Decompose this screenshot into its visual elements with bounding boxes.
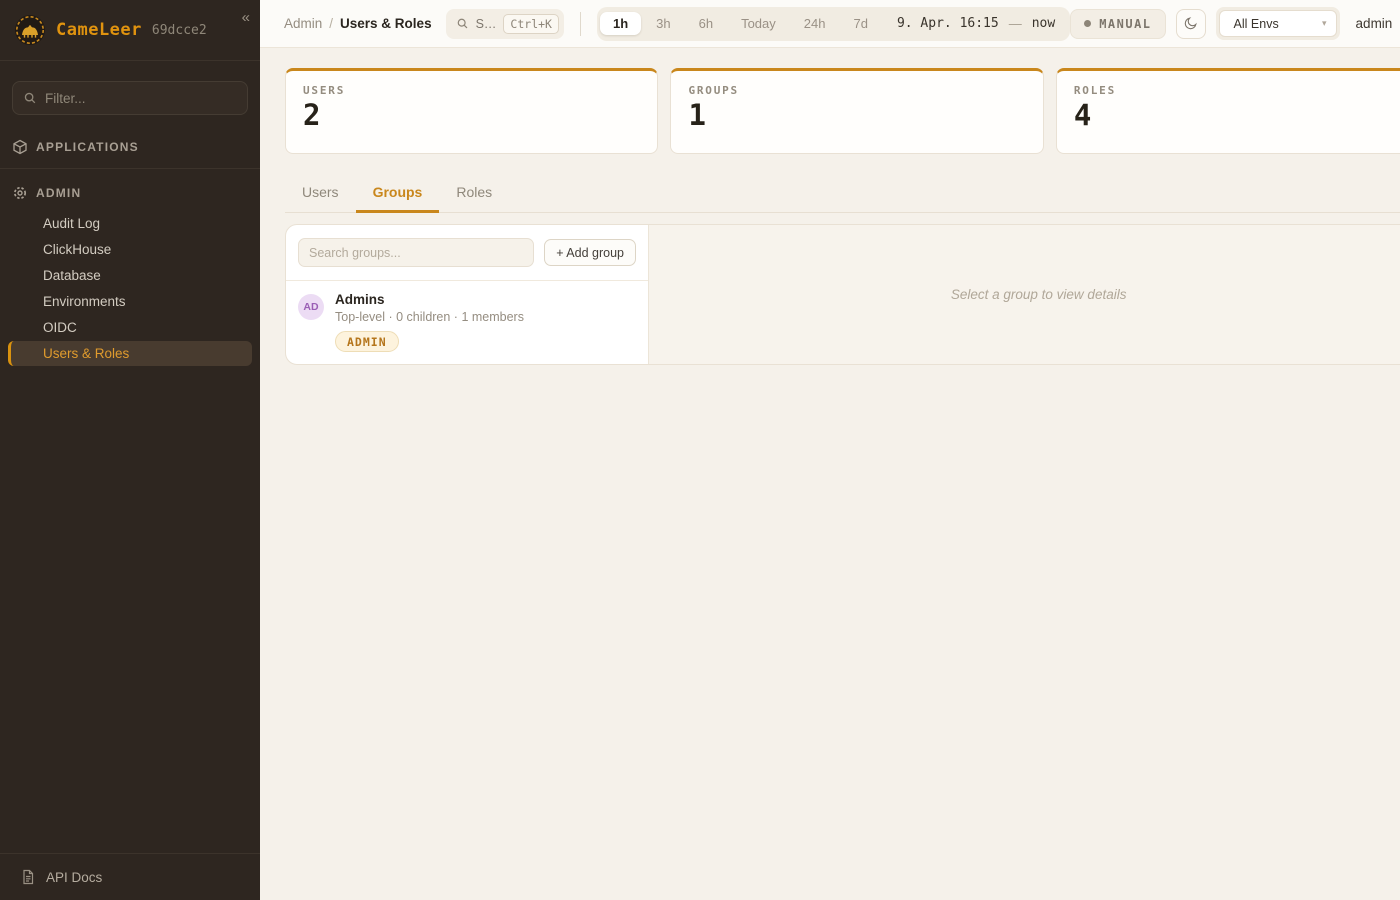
group-row-admins[interactable]: AD Admins Top-level · 0 children · 1 mem… (286, 281, 648, 363)
sidebar-header: CameLeer 69dcce2 « (0, 0, 260, 61)
stat-label: USERS (303, 84, 640, 97)
sidebar-section-admin[interactable]: ADMIN (0, 175, 260, 210)
topbar-right: MANUAL All Envs ▾ admin AD (1070, 7, 1400, 40)
stat-label: GROUPS (688, 84, 1025, 97)
brand-name: CameLeer (56, 20, 142, 40)
breadcrumb: Admin / Users & Roles (284, 16, 432, 31)
env-select-wrap: All Envs ▾ (1216, 7, 1340, 40)
global-search-button[interactable]: S… Ctrl+K (446, 9, 564, 39)
sidebar-item-audit-log[interactable]: Audit Log (8, 211, 252, 236)
group-info: Admins Top-level · 0 children · 1 member… (335, 292, 524, 352)
search-icon (456, 17, 469, 30)
groups-list-column: + Add group AD Admins Top-level · 0 chil… (286, 225, 649, 364)
sidebar-item-users-roles[interactable]: Users & Roles (8, 341, 252, 366)
group-meta: Top-level · 0 children · 1 members (335, 310, 524, 324)
sidebar: CameLeer 69dcce2 « APPLICATIONS ADMIN Au… (0, 0, 260, 900)
search-shortcut-badge: Ctrl+K (503, 14, 559, 34)
timerange-3h[interactable]: 3h (643, 12, 683, 35)
api-docs-label: API Docs (46, 870, 102, 885)
sidebar-item-clickhouse[interactable]: ClickHouse (8, 237, 252, 262)
stat-label: ROLES (1074, 84, 1400, 97)
username-label: admin (1356, 16, 1393, 31)
empty-detail-message: Select a group to view details (951, 287, 1127, 302)
moon-icon (1183, 16, 1198, 31)
tab-groups[interactable]: Groups (356, 175, 440, 213)
section-label: APPLICATIONS (36, 140, 139, 154)
topbar: Admin / Users & Roles S… Ctrl+K 1h 3h 6h… (260, 0, 1400, 48)
status-dot-icon (1084, 20, 1091, 27)
global-search-text: S… (476, 17, 497, 31)
sidebar-filter-input[interactable] (45, 91, 237, 106)
brand-version: 69dcce2 (152, 23, 207, 38)
stat-value: 2 (303, 100, 640, 132)
timerange-7d[interactable]: 7d (840, 12, 880, 35)
add-group-button[interactable]: + Add group (544, 239, 636, 266)
groups-panel: + Add group AD Admins Top-level · 0 chil… (285, 224, 1400, 365)
gear-icon (12, 185, 28, 201)
sidebar-collapse-icon[interactable]: « (242, 10, 250, 25)
env-select[interactable]: All Envs ▾ (1219, 10, 1337, 37)
tab-roles[interactable]: Roles (439, 175, 509, 213)
stat-card-roles: ROLES 4 (1056, 68, 1400, 154)
document-icon (20, 869, 36, 885)
theme-toggle-button[interactable] (1176, 9, 1206, 39)
group-name: Admins (335, 292, 524, 307)
mode-label: MANUAL (1099, 17, 1151, 31)
timerange-today[interactable]: Today (728, 12, 789, 35)
sidebar-divider (0, 168, 260, 169)
stat-value: 4 (1074, 100, 1400, 132)
stat-card-users: USERS 2 (285, 68, 658, 154)
timerange-separator: — (1009, 16, 1022, 31)
timerange-to[interactable]: now (1024, 16, 1067, 31)
tabs: Users Groups Roles (285, 175, 1400, 213)
stat-card-groups: GROUPS 1 (670, 68, 1043, 154)
sidebar-item-oidc[interactable]: OIDC (8, 315, 252, 340)
cameleer-logo-icon (14, 14, 46, 46)
search-icon (23, 91, 37, 105)
timerange-picker: 1h 3h 6h Today 24h 7d 9. Apr. 16:15 — no… (597, 7, 1070, 41)
sidebar-item-database[interactable]: Database (8, 263, 252, 288)
content: USERS 2 GROUPS 1 ROLES 4 Users Groups Ro… (260, 48, 1400, 385)
cube-icon (12, 139, 28, 155)
tab-users[interactable]: Users (285, 175, 356, 213)
main-area: Admin / Users & Roles S… Ctrl+K 1h 3h 6h… (260, 0, 1400, 900)
sidebar-section-applications[interactable]: APPLICATIONS (0, 129, 260, 164)
manual-mode-badge[interactable]: MANUAL (1070, 9, 1165, 39)
groups-search[interactable] (298, 238, 534, 267)
stat-value: 1 (688, 100, 1025, 132)
breadcrumb-current: Users & Roles (340, 16, 432, 31)
group-avatar: AD (298, 294, 324, 320)
sidebar-admin-nav: Audit Log ClickHouse Database Environmen… (0, 210, 260, 367)
sidebar-item-environments[interactable]: Environments (8, 289, 252, 314)
timerange-1h[interactable]: 1h (600, 12, 641, 35)
timerange-6h[interactable]: 6h (686, 12, 726, 35)
group-detail-panel: Select a group to view details (649, 225, 1400, 364)
timerange-from[interactable]: 9. Apr. 16:15 (883, 16, 1007, 31)
env-select-value: All Envs (1234, 17, 1322, 31)
timerange-24h[interactable]: 24h (791, 12, 839, 35)
chevron-down-icon: ▾ (1322, 18, 1327, 29)
groups-toolbar: + Add group (286, 225, 648, 281)
section-label: ADMIN (36, 186, 81, 200)
breadcrumb-separator: / (329, 16, 333, 31)
groups-search-input[interactable] (309, 246, 523, 260)
stats-row: USERS 2 GROUPS 1 ROLES 4 (285, 68, 1400, 154)
breadcrumb-admin[interactable]: Admin (284, 16, 322, 31)
topbar-divider (580, 12, 581, 36)
api-docs-link[interactable]: API Docs (0, 853, 260, 900)
sidebar-filter[interactable] (12, 81, 248, 115)
admin-badge: ADMIN (335, 331, 399, 352)
